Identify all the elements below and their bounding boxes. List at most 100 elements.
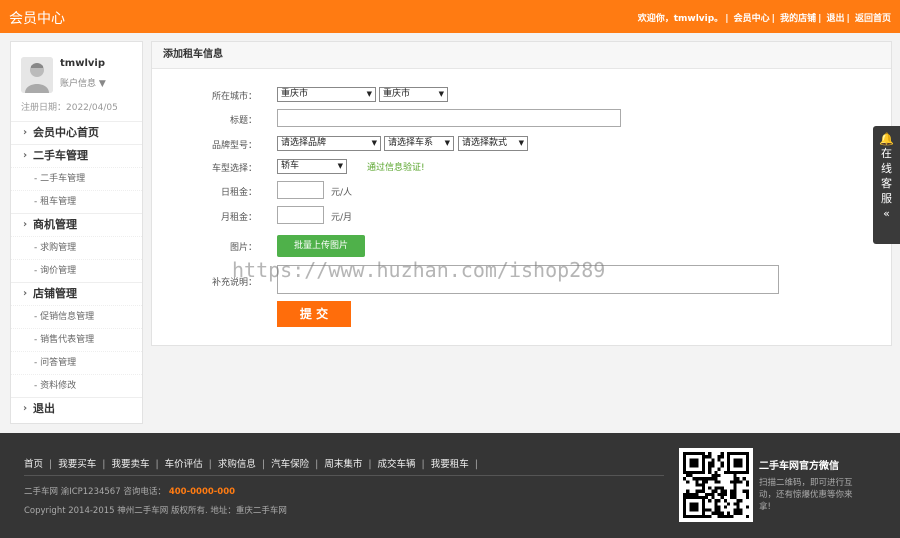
footer-nav-link[interactable]: 首页 bbox=[24, 459, 43, 470]
chevron-right-icon: › bbox=[23, 288, 28, 299]
brand-label: 品牌型号： bbox=[211, 141, 257, 151]
footer-nav-link[interactable]: 成交车辆 bbox=[378, 459, 416, 470]
caret-down-icon: ▼ bbox=[366, 90, 372, 98]
link-home[interactable]: 返回首页 bbox=[855, 14, 891, 24]
brand-title[interactable]: 会员中心 bbox=[9, 8, 65, 28]
footer-info: 二手车网 渝ICP1234567 咨询电话： 400-0000-000 bbox=[24, 485, 235, 497]
caret-down-icon: ▼ bbox=[371, 139, 377, 147]
account-info-label: 账户信息 bbox=[60, 79, 97, 89]
avatar bbox=[21, 57, 53, 93]
chevron-right-icon: › bbox=[23, 127, 28, 138]
chevron-right-icon: › bbox=[23, 150, 28, 161]
caret-down-icon: ▼ bbox=[444, 139, 450, 147]
account-info-toggle[interactable]: 账户信息 ▼ bbox=[60, 76, 106, 89]
sidebar-item[interactable]: - 问答管理 bbox=[11, 351, 142, 374]
sidebar-section-label: 商机管理 bbox=[33, 218, 77, 231]
footer-nav-link[interactable]: 求购信息 bbox=[218, 459, 256, 470]
sidebar-item-label: 询价管理 bbox=[40, 266, 77, 276]
sidebar-section-label: 退出 bbox=[33, 402, 55, 415]
floater-char: 线 bbox=[881, 162, 892, 175]
day-rent-label: 日租金： bbox=[220, 188, 257, 198]
verify-tip: 通过信息验证! bbox=[367, 163, 425, 173]
floater-char: 在 bbox=[881, 147, 892, 160]
phone-number: 400-0000-000 bbox=[168, 487, 236, 497]
chevron-right-icon: › bbox=[23, 403, 28, 414]
sidebar-item[interactable]: - 询价管理 bbox=[11, 259, 142, 282]
image-label: 图片： bbox=[229, 243, 257, 253]
upload-images-button[interactable]: 批量上传图片 bbox=[277, 235, 365, 257]
sidebar-item[interactable]: - 资料修改 bbox=[11, 374, 142, 397]
sidebar: tmwlvip 账户信息 ▼ 注册日期：2022/04/05 › 会员中心首页 › 二… bbox=[10, 41, 143, 424]
submit-button[interactable]: 提 交 bbox=[277, 301, 351, 327]
floater-char: 客 bbox=[881, 177, 892, 190]
floater-char: 服 bbox=[881, 192, 892, 205]
sidebar-item[interactable]: - 二手车管理 bbox=[11, 167, 142, 190]
brand-select-value: 请选择品牌 bbox=[281, 138, 327, 148]
footer-divider bbox=[24, 475, 664, 476]
province-select[interactable]: 重庆市 ▼ bbox=[277, 87, 376, 102]
month-rent-input[interactable] bbox=[277, 206, 324, 224]
month-rent-unit: 元/月 bbox=[331, 213, 353, 223]
footer-nav-link[interactable]: 车价评估 bbox=[165, 459, 203, 470]
icp-text: 二手车网 渝ICP1234567 咨询电话： bbox=[24, 487, 166, 497]
title-label: 标题： bbox=[229, 116, 257, 126]
footer-nav-link[interactable]: 我要卖车 bbox=[111, 459, 149, 470]
sidebar-section-label: 会员中心首页 bbox=[33, 126, 99, 139]
sidebar-item[interactable]: - 促销信息管理 bbox=[11, 305, 142, 328]
footer: 首页 | 我要买车 | 我要卖车 | 车价评估 | 求购信息 | 汽车保险 | 周末集市 | 成交车辆 | 我要… bbox=[0, 433, 900, 538]
sidebar-item[interactable]: - 销售代表管理 bbox=[11, 328, 142, 351]
sidebar-item-label: 销售代表管理 bbox=[40, 335, 95, 345]
sidebar-section[interactable]: › 会员中心首页 bbox=[11, 121, 142, 144]
series-select-value: 请选择车系 bbox=[388, 138, 434, 148]
sidebar-section-label: 二手车管理 bbox=[33, 149, 88, 162]
brand-select[interactable]: 请选择品牌 ▼ bbox=[277, 136, 381, 151]
title-input[interactable] bbox=[277, 109, 621, 127]
username: tmwlvip bbox=[60, 58, 105, 69]
welcome-text: 欢迎你，tmwlvip。 bbox=[637, 14, 724, 24]
copyright: Copyright 2014-2015 神州二手车网 版权所有. 地址：重庆二手… bbox=[24, 506, 287, 516]
footer-nav-link[interactable]: 我要租车 bbox=[431, 459, 469, 470]
link-logout[interactable]: 退出 bbox=[827, 14, 845, 24]
city-select[interactable]: 重庆市 ▼ bbox=[379, 87, 448, 102]
province-select-value: 重庆市 bbox=[281, 89, 309, 99]
chevron-right-icon: › bbox=[23, 219, 28, 230]
caret-down-icon: ▼ bbox=[98, 79, 106, 89]
footer-nav: 首页 | 我要买车 | 我要卖车 | 车价评估 | 求购信息 | 汽车保险 | 周末集市 | 成交车辆 | 我要… bbox=[24, 459, 478, 470]
footer-nav-link[interactable]: 汽车保险 bbox=[271, 459, 309, 470]
link-my-shop[interactable]: 我的店铺 bbox=[780, 14, 816, 24]
day-rent-input[interactable] bbox=[277, 181, 324, 199]
footer-nav-link[interactable]: 周末集市 bbox=[324, 459, 362, 470]
sidebar-section[interactable]: › 退出 bbox=[11, 397, 142, 420]
link-member-center[interactable]: 会员中心 bbox=[734, 14, 770, 24]
city-label: 所在城市： bbox=[211, 92, 257, 102]
sidebar-item-label: 资料修改 bbox=[40, 381, 77, 391]
sidebar-item-label: 求购管理 bbox=[40, 243, 77, 253]
sidebar-menu: › 会员中心首页 › 二手车管理 - 二手车管理 - 租车管理 › 商机管理 - 求购管理 - 询… bbox=[11, 121, 142, 420]
sidebar-section[interactable]: › 二手车管理 bbox=[11, 144, 142, 167]
sidebar-section-label: 店铺管理 bbox=[33, 287, 77, 300]
sidebar-item-label: 促销信息管理 bbox=[40, 312, 95, 322]
caret-down-icon: ▼ bbox=[518, 139, 524, 147]
online-service-tab[interactable]: 🔔 在 线 客 服 « bbox=[873, 126, 900, 244]
wechat-desc: 扫描二维码，即可进行互动，还有惊爆优惠等你来拿! bbox=[759, 478, 853, 512]
footer-nav-link[interactable]: 我要买车 bbox=[58, 459, 96, 470]
sidebar-item-label: 二手车管理 bbox=[40, 174, 86, 184]
top-bar: 会员中心 欢迎你，tmwlvip。 | 会员中心 | 我的店铺 | 退出 | 返回首页 bbox=[0, 0, 900, 33]
double-chevron-left-icon: « bbox=[883, 207, 890, 220]
sidebar-item-label: 租车管理 bbox=[40, 197, 77, 207]
car-type-select[interactable]: 轿车 ▼ bbox=[277, 159, 347, 174]
wechat-qr-code bbox=[679, 448, 753, 522]
wechat-title: 二手车网官方微信 bbox=[759, 461, 839, 472]
sidebar-section[interactable]: › 店铺管理 bbox=[11, 282, 142, 305]
sidebar-item[interactable]: - 租车管理 bbox=[11, 190, 142, 213]
type-label: 车型选择： bbox=[211, 164, 257, 174]
day-rent-unit: 元/人 bbox=[331, 188, 353, 198]
top-links: 欢迎你，tmwlvip。 | 会员中心 | 我的店铺 | 退出 | 返回首页 bbox=[637, 14, 891, 24]
sidebar-section[interactable]: › 商机管理 bbox=[11, 213, 142, 236]
sidebar-item[interactable]: - 求购管理 bbox=[11, 236, 142, 259]
series-select[interactable]: 请选择车系 ▼ bbox=[384, 136, 454, 151]
bell-icon: 🔔 bbox=[879, 132, 894, 146]
style-select[interactable]: 请选择款式 ▼ bbox=[458, 136, 528, 151]
style-select-value: 请选择款式 bbox=[462, 138, 508, 148]
month-rent-label: 月租金： bbox=[220, 213, 257, 223]
